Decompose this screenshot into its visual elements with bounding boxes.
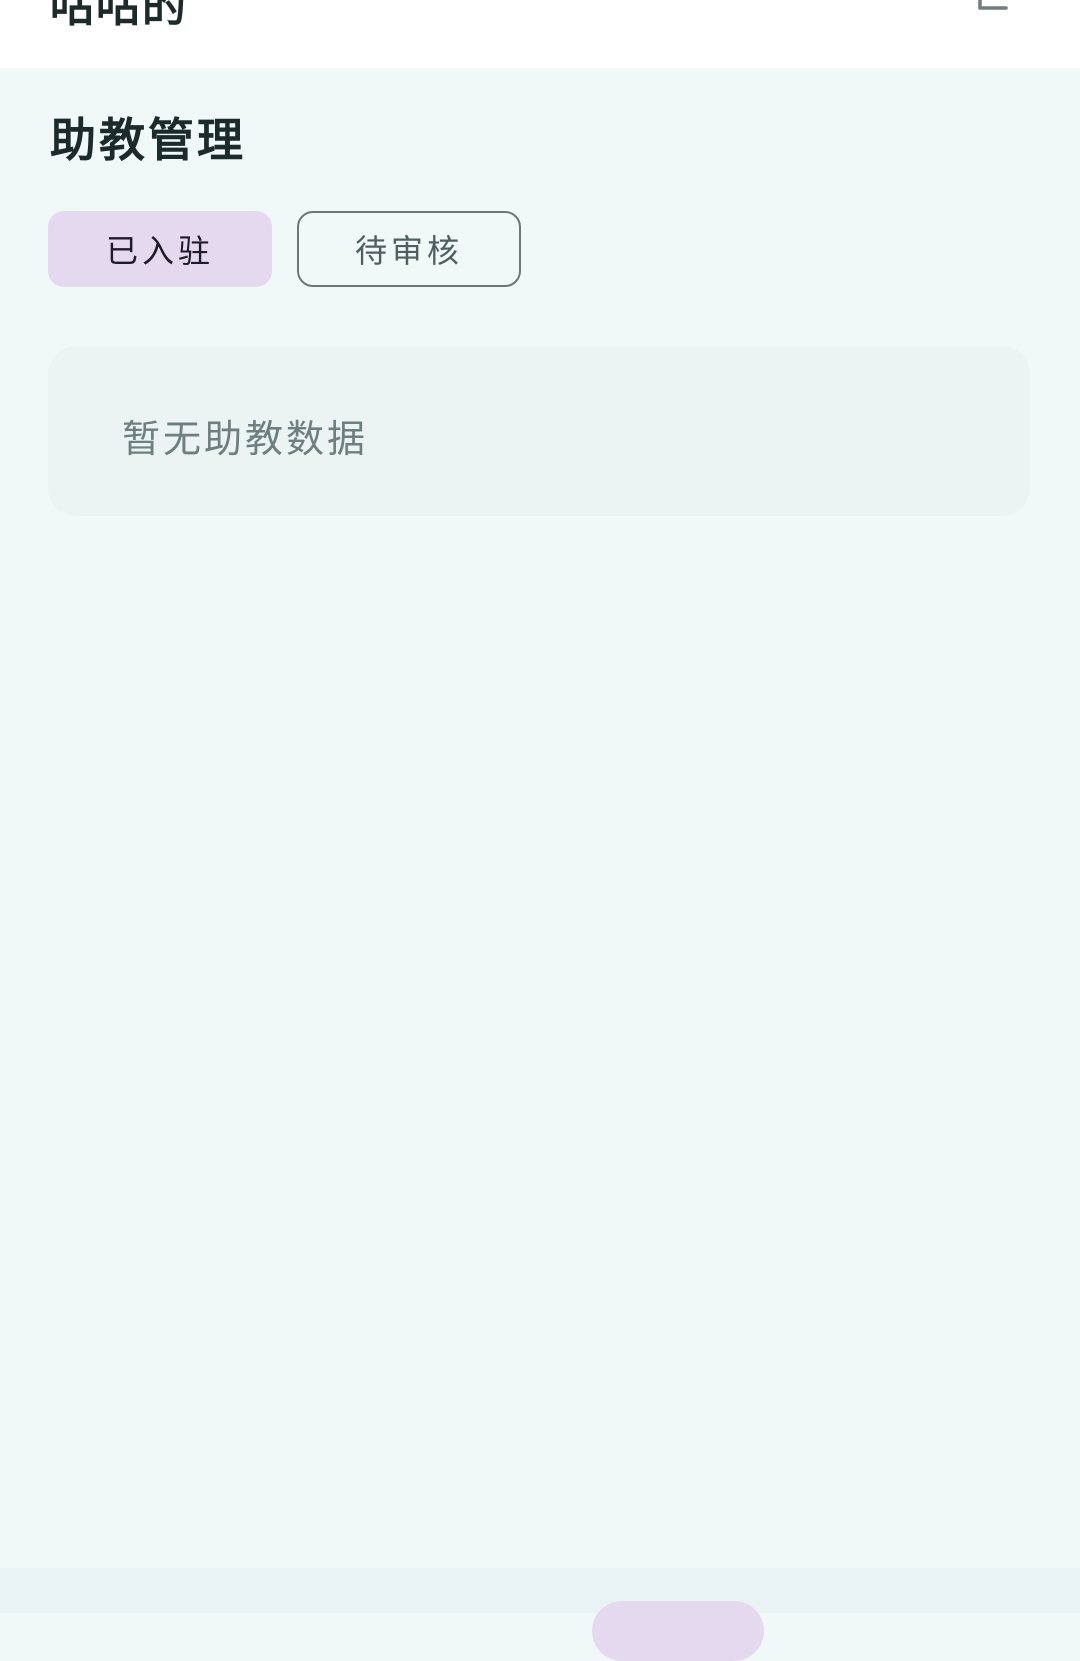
app-header: 咕咕的: [0, 0, 1080, 68]
empty-state-card: 暂无助教数据: [48, 346, 1030, 516]
empty-state-message: 暂无助教数据: [122, 417, 369, 461]
bottom-nav-active-pill[interactable]: [592, 1601, 764, 1661]
tab-pending-review[interactable]: 待审核: [297, 211, 521, 287]
logout-icon[interactable]: [976, 0, 1020, 14]
app-title: 咕咕的: [50, 0, 188, 32]
page-title: 助教管理: [50, 113, 246, 167]
tab-settled[interactable]: 已入驻: [48, 211, 272, 287]
bottom-nav-bar: [0, 1568, 1080, 1613]
status-tabs: 已入驻 待审核: [48, 211, 521, 287]
